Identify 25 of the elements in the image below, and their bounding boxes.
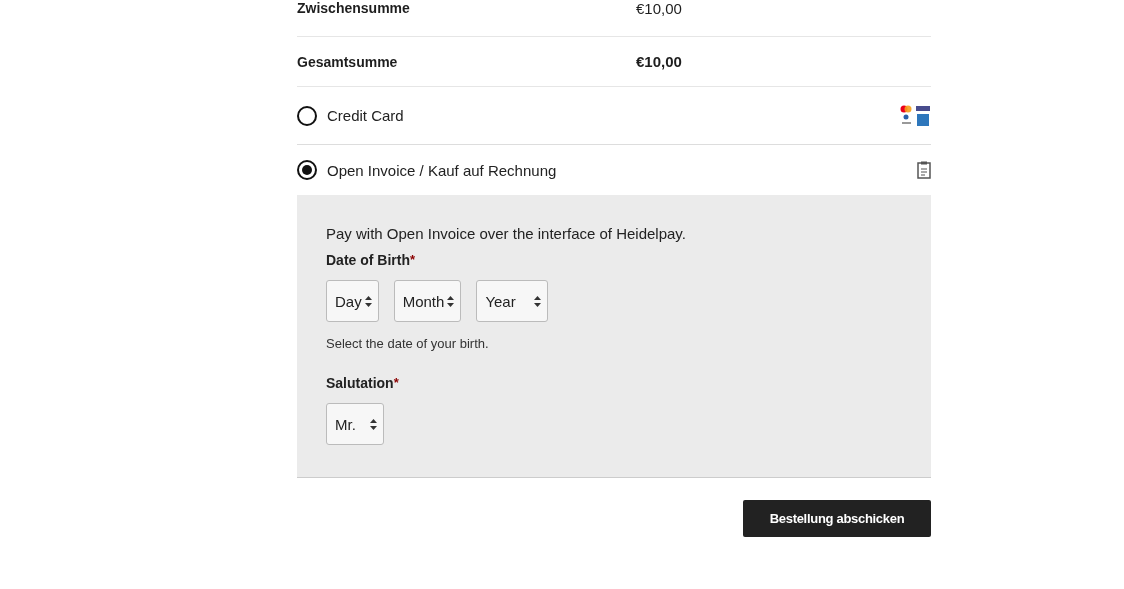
payment-description: Pay with Open Invoice over the interface of Heidelpay. bbox=[326, 225, 687, 242]
payment-method-label[interactable]: Credit Card bbox=[327, 107, 899, 124]
salutation-select[interactable]: Mr. bbox=[326, 403, 384, 445]
radio-button[interactable] bbox=[297, 160, 317, 180]
date-select[interactable]: Day bbox=[326, 280, 379, 322]
field-label: Date of Birth bbox=[326, 252, 410, 268]
payment-method-label[interactable]: Open Invoice / Kauf auf Rechnung bbox=[327, 161, 917, 179]
submit-button[interactable]: Bestellung abschicken bbox=[743, 500, 931, 537]
total-label: Zwischensumme bbox=[297, 0, 411, 16]
field-hint: Select the date of your birth. bbox=[326, 336, 490, 351]
updown-icon bbox=[533, 295, 541, 307]
updown-icon bbox=[364, 295, 372, 307]
date-select[interactable]: Year bbox=[476, 280, 548, 322]
card-logos-icon bbox=[899, 104, 931, 127]
total-value: €10,00 bbox=[636, 0, 682, 17]
required-mark: * bbox=[410, 252, 416, 267]
updown-icon bbox=[447, 295, 455, 307]
clipboard-icon bbox=[917, 161, 931, 179]
total-label: Gesamtsumme bbox=[297, 53, 399, 70]
required-mark: * bbox=[393, 375, 399, 390]
radio-button[interactable] bbox=[297, 105, 317, 126]
field-label: Salutation bbox=[326, 375, 394, 391]
total-value: €10,00 bbox=[636, 53, 682, 70]
updown-icon bbox=[369, 418, 377, 430]
date-select[interactable]: Month bbox=[393, 280, 462, 322]
